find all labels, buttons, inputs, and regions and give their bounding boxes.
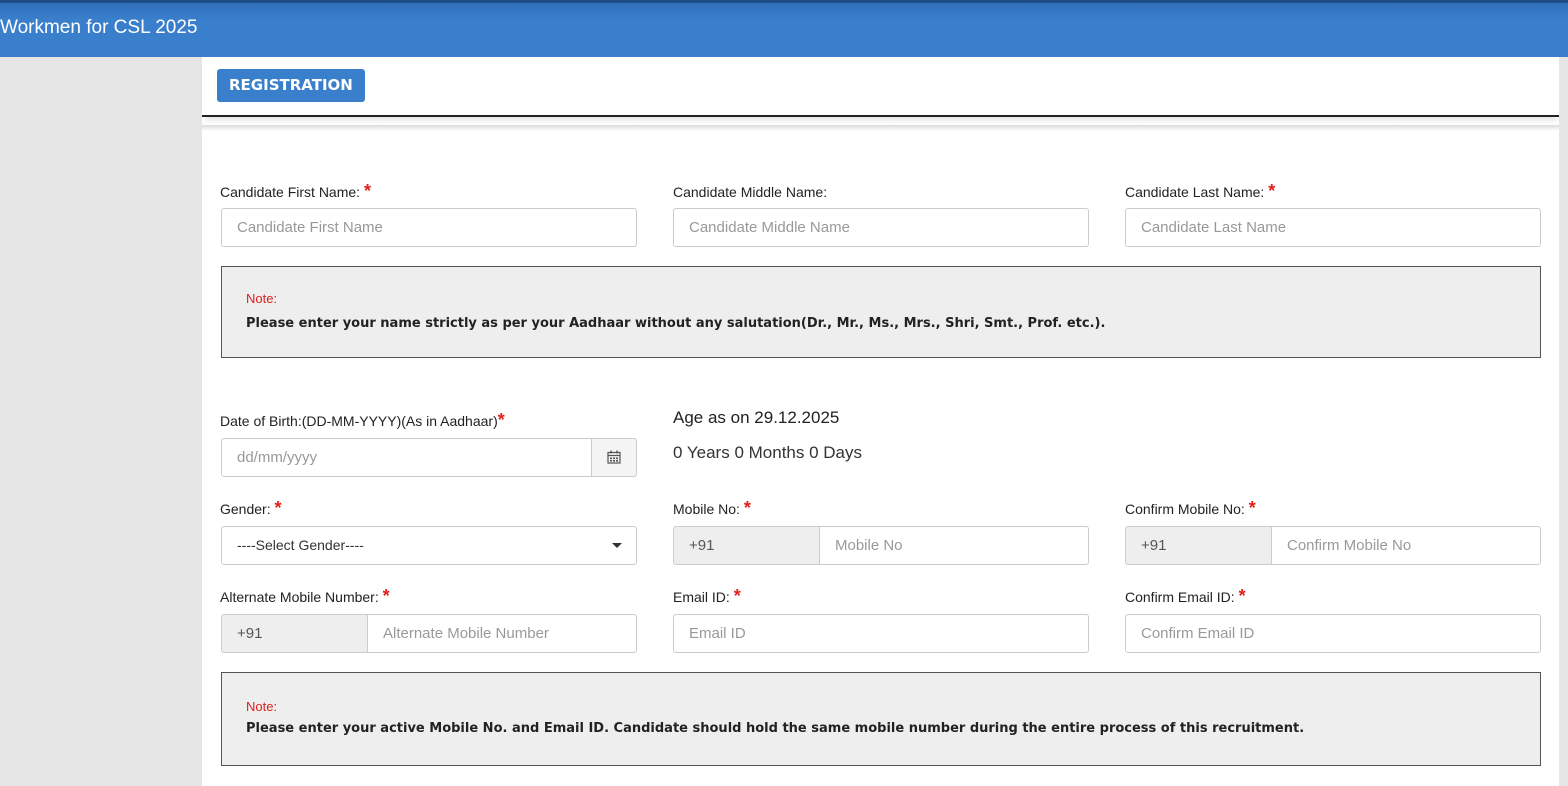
app-title: Workmen for CSL 2025: [0, 17, 198, 38]
divider: [202, 125, 1560, 131]
note-text: Please enter your name strictly as per y…: [246, 316, 1106, 331]
age-heading: Age as on 29.12.2025: [673, 408, 840, 427]
confirm-mobile-label: Confirm Mobile No: *: [1125, 498, 1256, 518]
note-title: Note:: [246, 699, 278, 714]
name-note-box: Note: Please enter your name strictly as…: [221, 266, 1541, 358]
middle-name-input[interactable]: Candidate Middle Name: [673, 208, 1089, 247]
confirm-mobile-input[interactable]: Confirm Mobile No: [1271, 526, 1541, 565]
contact-note-box: Note: Please enter your active Mobile No…: [221, 672, 1541, 766]
alt-mobile-label: Alternate Mobile Number: *: [220, 586, 390, 606]
mobile-label: Mobile No: *: [673, 498, 751, 518]
last-name-label: Candidate Last Name: *: [1125, 181, 1276, 201]
confirm-email-input[interactable]: Confirm Email ID: [1125, 614, 1541, 653]
confirm-email-label: Confirm Email ID: *: [1125, 586, 1246, 606]
email-input[interactable]: Email ID: [673, 614, 1089, 653]
last-name-input[interactable]: Candidate Last Name: [1125, 208, 1541, 247]
dob-input[interactable]: dd/mm/yyyy: [221, 438, 592, 477]
mobile-input[interactable]: Mobile No: [819, 526, 1089, 565]
note-title: Note:: [246, 291, 278, 306]
gender-select[interactable]: ----Select Gender----: [221, 526, 637, 565]
age-value: 0 Years 0 Months 0 Days: [673, 443, 863, 462]
first-name-label: Candidate First Name: *: [220, 181, 371, 201]
calendar-icon[interactable]: [591, 438, 637, 477]
gender-selected-value: ----Select Gender----: [237, 537, 364, 553]
chevron-down-icon: [612, 543, 622, 548]
alt-mobile-input[interactable]: Alternate Mobile Number: [367, 614, 637, 653]
mobile-prefix: +91: [673, 526, 820, 565]
app-header: Workmen for CSL 2025: [0, 0, 1568, 57]
first-name-input[interactable]: Candidate First Name: [221, 208, 637, 247]
gender-label: Gender: *: [220, 498, 282, 518]
tab-registration[interactable]: REGISTRATION: [217, 69, 365, 102]
tab-bar: REGISTRATION: [202, 57, 1560, 117]
note-text: Please enter your active Mobile No. and …: [246, 721, 1305, 736]
scrollbar-track: [1559, 57, 1568, 786]
dob-label: Date of Birth:(DD-MM-YYYY)(As in Aadhaar…: [220, 410, 505, 430]
alt-mobile-prefix: +91: [221, 614, 368, 653]
confirm-mobile-prefix: +91: [1125, 526, 1272, 565]
email-label: Email ID: *: [673, 586, 741, 606]
middle-name-label: Candidate Middle Name:: [673, 184, 828, 200]
